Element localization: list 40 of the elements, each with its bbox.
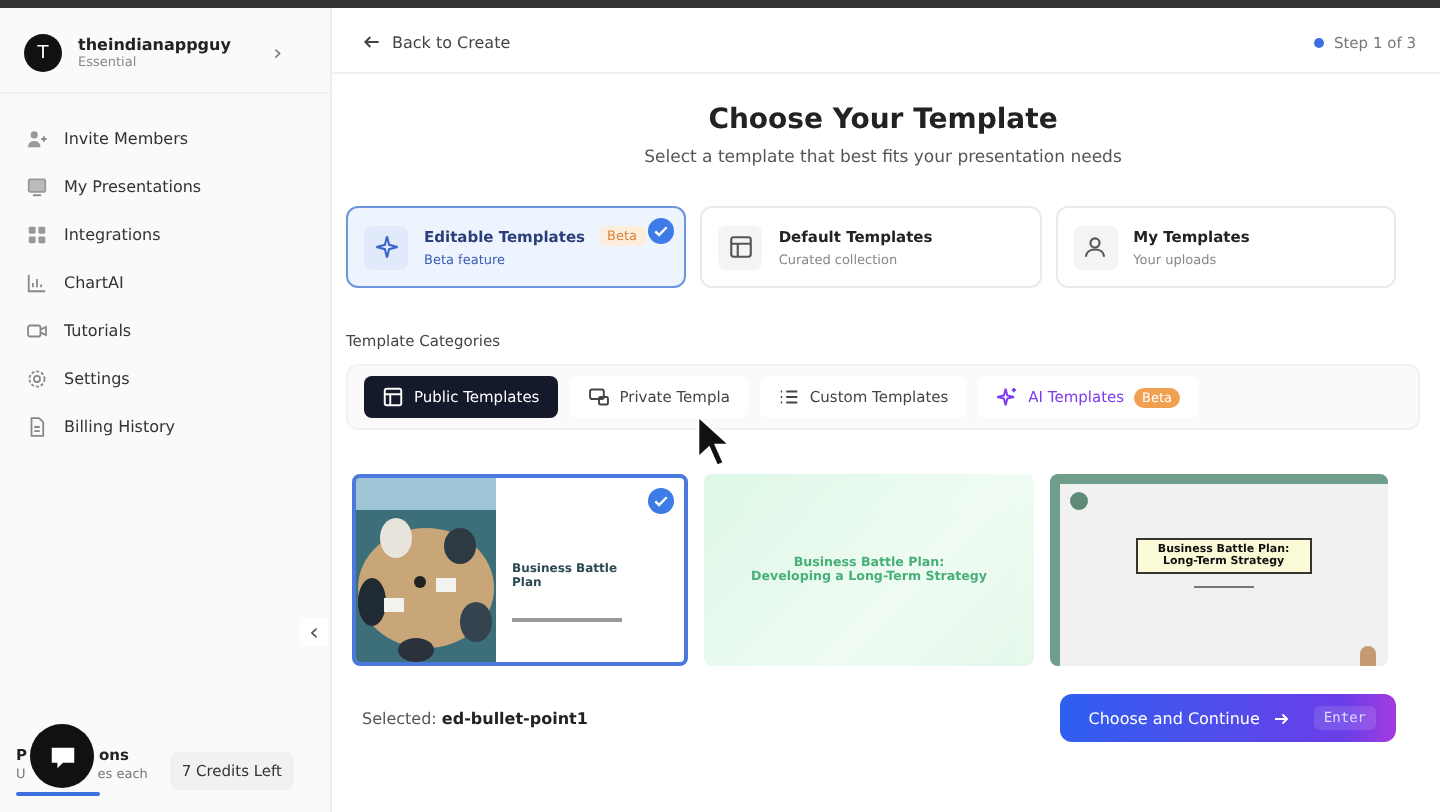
chat-button[interactable]	[30, 724, 94, 788]
step-dot	[1313, 37, 1324, 47]
layout-icon	[727, 234, 754, 260]
user-icon	[1082, 234, 1109, 260]
circle-decoration	[1069, 492, 1088, 510]
gear-icon	[26, 368, 48, 390]
sidebar-item[interactable]: ChartAI	[26, 266, 124, 300]
expand-chevron[interactable]: ›	[273, 40, 282, 66]
arch-decoration	[1359, 646, 1376, 666]
back-link[interactable]: Back to Create	[362, 32, 511, 52]
list-icon	[777, 386, 800, 408]
sidebar-item[interactable]: Integrations	[26, 218, 161, 252]
monitor-icon	[26, 176, 48, 198]
check-icon	[648, 218, 675, 244]
layout-icon	[382, 386, 404, 408]
sidebar-item[interactable]: Billing History	[26, 410, 176, 444]
chat-icon	[587, 386, 610, 408]
user-avatar[interactable]: T	[24, 34, 62, 72]
sparkle-icon	[373, 234, 399, 260]
plan-underline	[16, 792, 100, 796]
slide-caption-line	[1193, 585, 1254, 589]
back-arrow-icon	[362, 32, 382, 52]
file-icon	[26, 416, 48, 438]
page-subtitle: Select a template that best fits your presentation needs	[642, 148, 1124, 168]
sidebar-item[interactable]: Settings	[26, 362, 130, 396]
grid-icon	[26, 224, 48, 246]
collapse-sidebar-button[interactable]: ‹	[300, 618, 328, 646]
user-name: theindianappguy	[78, 36, 233, 54]
page-title: Choose Your Template	[706, 104, 1060, 136]
sparkle-icon	[996, 386, 1019, 408]
slide-caption-line	[512, 618, 622, 622]
sidebar-item[interactable]: Tutorials	[26, 314, 132, 348]
selected-template-label: Selected: ed-bullet-point1	[362, 709, 588, 727]
sidebar-item[interactable]: My Presentations	[26, 170, 202, 204]
sidebar-item[interactable]: Invite Members	[26, 122, 189, 156]
arrow-right-icon	[1271, 709, 1290, 727]
video-icon	[26, 320, 48, 342]
invite-icon	[26, 128, 48, 150]
chart-icon	[26, 272, 48, 294]
check-icon	[648, 488, 675, 514]
